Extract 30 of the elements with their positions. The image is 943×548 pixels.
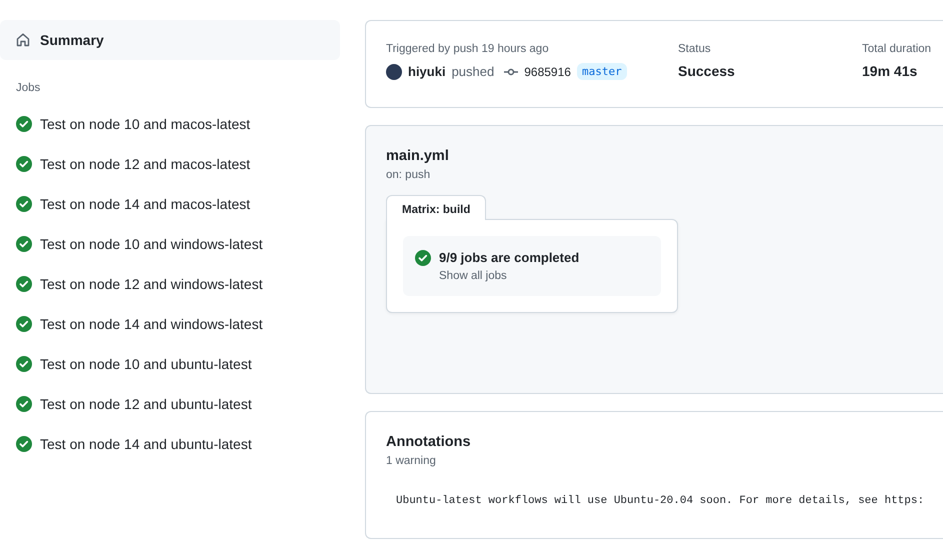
- show-all-jobs-link[interactable]: Show all jobs: [439, 270, 580, 282]
- job-link[interactable]: Test on node 12 and windows-latest: [0, 264, 340, 304]
- annotations-title: Annotations: [386, 434, 471, 450]
- job-link[interactable]: Test on node 14 and ubuntu-latest: [0, 424, 340, 464]
- trigger-text: Triggered by push 19 hours ago: [386, 43, 550, 55]
- job-link[interactable]: Test on node 12 and macos-latest: [0, 144, 340, 184]
- home-icon: [15, 32, 31, 48]
- avatar: [386, 64, 402, 80]
- duration-label: Total duration: [862, 43, 932, 55]
- job-link[interactable]: Test on node 12 and ubuntu-latest: [0, 384, 340, 424]
- user-link[interactable]: hiyuki: [408, 64, 446, 79]
- job-link[interactable]: Test on node 10 and windows-latest: [0, 224, 340, 264]
- action-text: pushed: [452, 64, 494, 79]
- summary-nav-item[interactable]: Summary: [0, 20, 340, 60]
- workflow-file-name: main.yml: [386, 148, 449, 164]
- jobs-completed-text: 9/9 jobs are completed: [439, 250, 580, 265]
- job-link[interactable]: Test on node 10 and macos-latest: [0, 104, 340, 144]
- annotation-message: Ubuntu-latest workflows will use Ubuntu-20.04 soon. For more details, see https:: [396, 494, 924, 506]
- workflow-event: on: push: [386, 169, 430, 181]
- job-link[interactable]: Test on node 14 and macos-latest: [0, 184, 340, 224]
- warning-count: 1 warning: [386, 455, 436, 467]
- status-value: Success: [678, 63, 736, 79]
- commit-hash[interactable]: 9685916: [524, 64, 571, 78]
- jobs-heading: Jobs: [16, 82, 40, 94]
- job-link[interactable]: Test on node 14 and windows-latest: [0, 304, 340, 344]
- job-link[interactable]: Test on node 10 and ubuntu-latest: [0, 344, 340, 384]
- branch-label[interactable]: master: [576, 63, 627, 80]
- status-label: Status: [678, 43, 712, 55]
- duration-value: 19m 41s: [862, 63, 918, 79]
- commit-icon: [504, 66, 518, 76]
